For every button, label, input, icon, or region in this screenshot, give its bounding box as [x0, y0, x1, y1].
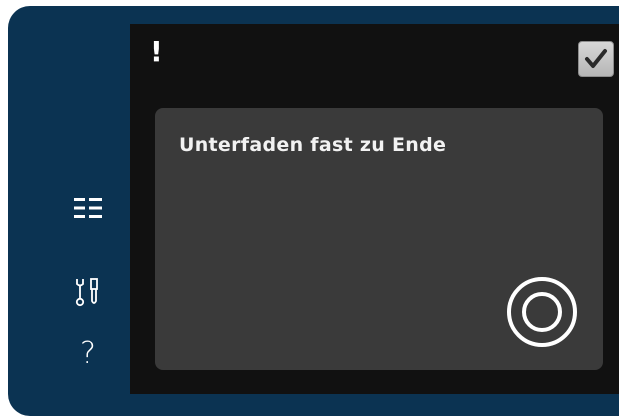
- help-label: ?: [80, 336, 96, 371]
- device-frame: ? ! Unterfaden fast zu Ende: [8, 6, 619, 416]
- message-text: Unterfaden fast zu Ende: [179, 134, 447, 156]
- checkmark-icon: [585, 49, 607, 68]
- confirm-button[interactable]: [578, 41, 614, 77]
- tools-icon[interactable]: [72, 276, 104, 308]
- message-panel: Unterfaden fast zu Ende: [155, 108, 603, 370]
- list-icon[interactable]: [72, 192, 104, 224]
- alert-screen: ! Unterfaden fast zu Ende: [130, 24, 619, 394]
- alert-symbol: !: [150, 35, 163, 68]
- sidebar: ?: [8, 6, 130, 416]
- target-circle-icon[interactable]: [505, 275, 579, 349]
- help-icon[interactable]: ?: [72, 338, 104, 370]
